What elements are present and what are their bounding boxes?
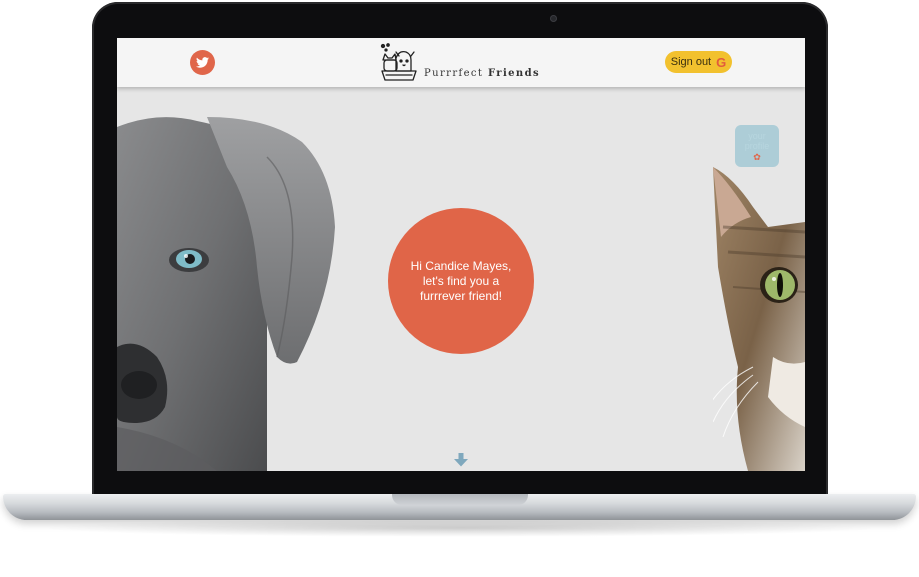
laptop-shadow: [40, 519, 880, 537]
brand-name-part1: Purrrfect: [424, 68, 484, 79]
laptop-base: [3, 494, 916, 520]
brand-name: Purrrfect Friends: [424, 68, 540, 79]
profile-label-line1: your: [748, 130, 766, 141]
twitter-icon: [196, 57, 209, 68]
twitter-button[interactable]: [190, 50, 215, 75]
dog-cat-logo-icon: [380, 43, 417, 81]
sign-out-button[interactable]: Sign out G: [665, 51, 732, 73]
hero-section: your profile ✿ Hi Candice Mayes, let's f…: [117, 87, 805, 471]
laptop-mockup: Purrrfect Friends Sign out G your profil…: [0, 0, 919, 577]
brand[interactable]: Purrrfect Friends: [379, 42, 549, 84]
laptop-notch: [392, 494, 528, 505]
browser-screen: Purrrfect Friends Sign out G your profil…: [117, 38, 805, 471]
webcam: [550, 15, 557, 22]
dog-photo: [117, 117, 335, 471]
greeting-circle: Hi Candice Mayes, let's find you a furrr…: [388, 208, 534, 354]
sign-out-label: Sign out: [670, 56, 712, 68]
paw-icon: ✿: [753, 151, 761, 162]
greeting-text: Hi Candice Mayes, let's find you a furrr…: [410, 258, 512, 303]
arrow-down-icon[interactable]: [453, 453, 469, 467]
profile-label-line2: profile: [744, 140, 770, 151]
top-navbar: Purrrfect Friends Sign out G: [117, 38, 805, 87]
your-profile-button[interactable]: your profile ✿: [735, 125, 779, 167]
brand-name-part2: Friends: [487, 68, 540, 79]
google-icon: G: [716, 54, 727, 70]
cat-photo: [713, 167, 805, 471]
